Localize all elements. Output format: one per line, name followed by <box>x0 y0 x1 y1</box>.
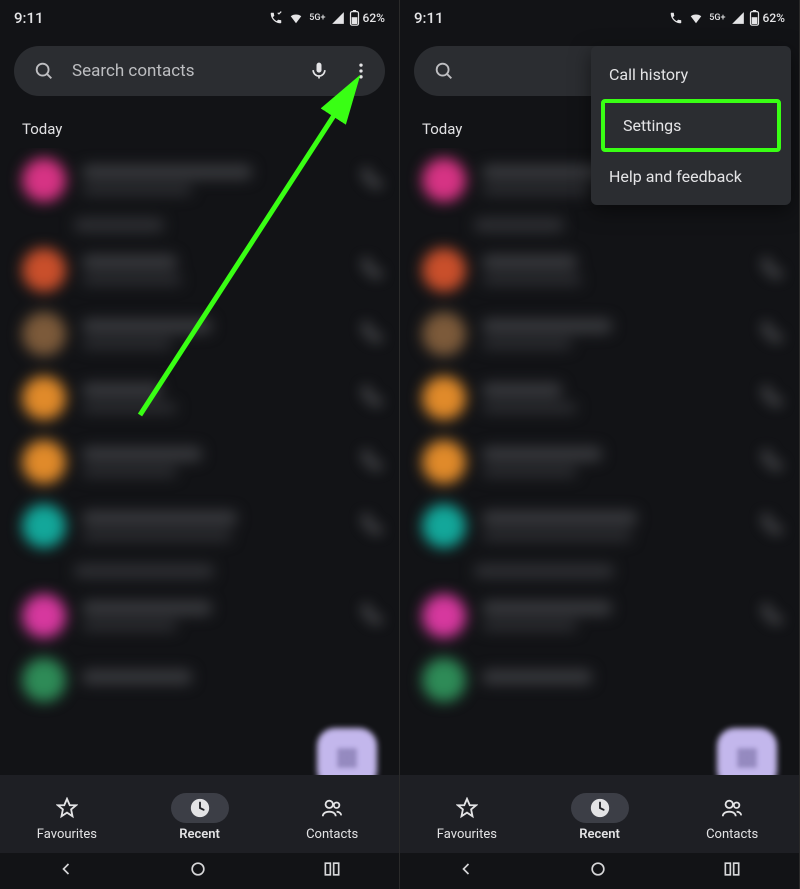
overflow-menu: Call history Settings Help and feedback <box>591 46 791 205</box>
call-row[interactable] <box>0 648 399 712</box>
call-row[interactable] <box>0 366 399 430</box>
menu-call-history[interactable]: Call history <box>591 52 791 97</box>
call-row[interactable] <box>400 238 799 302</box>
call-row[interactable] <box>0 148 399 212</box>
call-row[interactable] <box>0 494 399 558</box>
nav-label: Contacts <box>706 827 758 842</box>
search-icon <box>30 57 58 85</box>
call-row[interactable] <box>400 494 799 558</box>
nav-recent[interactable]: Recent <box>571 793 629 842</box>
recent-calls-list <box>400 148 799 712</box>
search-icon <box>430 57 458 85</box>
star-icon <box>56 797 78 819</box>
menu-help-feedback[interactable]: Help and feedback <box>591 154 791 199</box>
call-icon[interactable] <box>361 603 383 629</box>
nav-label: Recent <box>179 827 220 842</box>
nav-label: Recent <box>579 827 620 842</box>
status-bar: 9:11 5G+ 62% <box>400 0 799 36</box>
screenshot-left: 9:11 5G+ 62% Search contacts Today <box>0 0 400 889</box>
overview-icon[interactable] <box>321 859 343 883</box>
call-icon[interactable] <box>761 449 783 475</box>
recent-calls-area <box>0 148 399 788</box>
call-icon[interactable] <box>761 603 783 629</box>
call-icon[interactable] <box>761 257 783 283</box>
clock-icon <box>589 797 611 819</box>
home-icon[interactable] <box>588 859 608 883</box>
status-icons: 5G+ 62% <box>668 10 785 26</box>
signal-icon <box>730 11 746 25</box>
call-row[interactable] <box>400 584 799 648</box>
call-row[interactable] <box>0 430 399 494</box>
call-icon[interactable] <box>361 321 383 347</box>
battery-percent: 62% <box>763 11 785 25</box>
battery-percent: 62% <box>363 11 385 25</box>
star-icon <box>456 797 478 819</box>
battery-icon <box>349 10 360 26</box>
back-icon[interactable] <box>456 859 476 883</box>
nav-contacts[interactable]: Contacts <box>302 793 362 842</box>
nav-label: Favourites <box>37 827 97 842</box>
call-row[interactable] <box>400 366 799 430</box>
nav-recent[interactable]: Recent <box>171 793 229 842</box>
call-row[interactable] <box>0 584 399 648</box>
call-row[interactable] <box>400 430 799 494</box>
network-label: 5G+ <box>309 13 325 23</box>
call-row[interactable] <box>400 648 799 712</box>
system-nav <box>400 853 799 889</box>
nav-contacts[interactable]: Contacts <box>702 793 762 842</box>
system-nav <box>0 853 399 889</box>
clock-icon <box>189 797 211 819</box>
back-icon[interactable] <box>56 859 76 883</box>
recent-calls-area <box>400 148 799 788</box>
call-icon[interactable] <box>761 385 783 411</box>
wifi-icon <box>687 11 705 25</box>
clock: 9:11 <box>14 9 44 27</box>
overview-icon[interactable] <box>721 859 743 883</box>
menu-settings[interactable]: Settings <box>601 99 781 152</box>
status-icons: 5G+ 62% <box>268 10 385 26</box>
network-label: 5G+ <box>709 13 725 23</box>
nav-label: Contacts <box>306 827 358 842</box>
call-icon[interactable] <box>761 321 783 347</box>
call-icon[interactable] <box>361 449 383 475</box>
wifi-calling-icon <box>668 11 684 25</box>
call-icon[interactable] <box>361 385 383 411</box>
overflow-menu-icon[interactable] <box>347 57 375 85</box>
mic-icon[interactable] <box>305 57 333 85</box>
call-row[interactable] <box>0 238 399 302</box>
home-icon[interactable] <box>188 859 208 883</box>
recent-calls-list <box>0 148 399 712</box>
call-icon[interactable] <box>361 257 383 283</box>
nav-label: Favourites <box>437 827 497 842</box>
bottom-nav: Favourites Recent Contacts <box>400 775 799 853</box>
screenshot-right: 9:11 5G+ 62% Today <box>400 0 800 889</box>
signal-icon <box>330 11 346 25</box>
people-icon <box>320 797 344 819</box>
search-placeholder: Search contacts <box>72 61 291 81</box>
search-bar[interactable]: Search contacts <box>14 46 385 96</box>
call-icon[interactable] <box>361 167 383 193</box>
nav-favourites[interactable]: Favourites <box>37 793 97 842</box>
battery-icon <box>749 10 760 26</box>
clock: 9:11 <box>414 9 444 27</box>
wifi-calling-icon <box>268 11 284 25</box>
call-row[interactable] <box>0 302 399 366</box>
wifi-icon <box>287 11 305 25</box>
call-row[interactable] <box>400 302 799 366</box>
status-bar: 9:11 5G+ 62% <box>0 0 399 36</box>
section-header-today: Today <box>0 114 399 148</box>
people-icon <box>720 797 744 819</box>
call-icon[interactable] <box>761 513 783 539</box>
bottom-nav: Favourites Recent Contacts <box>0 775 399 853</box>
call-icon[interactable] <box>361 513 383 539</box>
nav-favourites[interactable]: Favourites <box>437 793 497 842</box>
